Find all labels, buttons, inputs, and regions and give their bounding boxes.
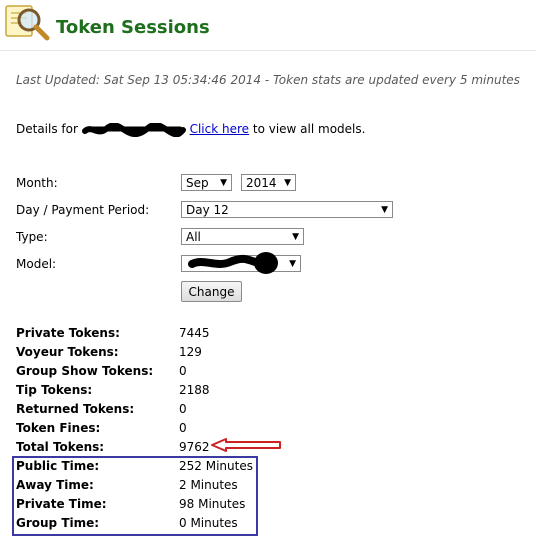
year-select[interactable]: 2014 ▼ [241,174,296,191]
stat-value: 0 [179,402,187,416]
page-title: Token Sessions [56,17,210,38]
redacted-model-scribble [188,252,278,274]
month-select-value: Sep [186,176,209,190]
details-line: Details for Click here to view all model… [16,122,365,137]
last-updated-text: Last Updated: Sat Sep 13 05:34:46 2014 -… [16,73,520,87]
stat-value: 0 [179,364,187,378]
stat-label: Token Fines: [16,421,101,435]
type-label: Type: [16,230,48,244]
stat-label: Tip Tokens: [16,383,93,397]
type-select[interactable]: All ▼ [181,228,304,245]
magnifier-document-icon [5,5,50,41]
stat-value: 0 [179,421,187,435]
dropdown-arrow-icon: ▼ [292,232,299,242]
stat-label: Total Tokens: [16,440,105,454]
details-prefix: Details for [16,122,78,136]
details-suffix: to view all models. [252,122,366,136]
stat-value: 9762 [179,440,210,454]
period-select-value: Day 12 [186,203,229,217]
model-label: Model: [16,257,57,271]
stat-label: Group Show Tokens: [16,364,154,378]
annotation-arrow-icon [211,438,281,452]
month-select[interactable]: Sep ▼ [181,174,232,191]
annotation-highlight-box [12,456,258,536]
stat-label: Voyeur Tokens: [16,345,119,359]
change-button[interactable]: Change [181,281,242,302]
header-divider [0,50,536,51]
year-select-value: 2014 [246,176,277,190]
stat-value: 7445 [179,326,210,340]
type-select-value: All [186,230,201,244]
stat-value: 129 [179,345,202,359]
dropdown-arrow-icon: ▼ [381,205,388,215]
month-label: Month: [16,176,58,190]
period-label: Day / Payment Period: [16,203,150,217]
view-all-models-link[interactable]: Click here [190,122,249,136]
stat-label: Private Tokens: [16,326,120,340]
dropdown-arrow-icon: ▼ [284,178,291,188]
dropdown-arrow-icon: ▼ [289,259,296,269]
dropdown-arrow-icon: ▼ [220,178,227,188]
model-select[interactable]: ▼ [181,252,301,274]
stat-label: Returned Tokens: [16,402,135,416]
period-select[interactable]: Day 12 ▼ [181,201,393,218]
redacted-name-scribble [81,122,186,137]
stat-value: 2188 [179,383,210,397]
